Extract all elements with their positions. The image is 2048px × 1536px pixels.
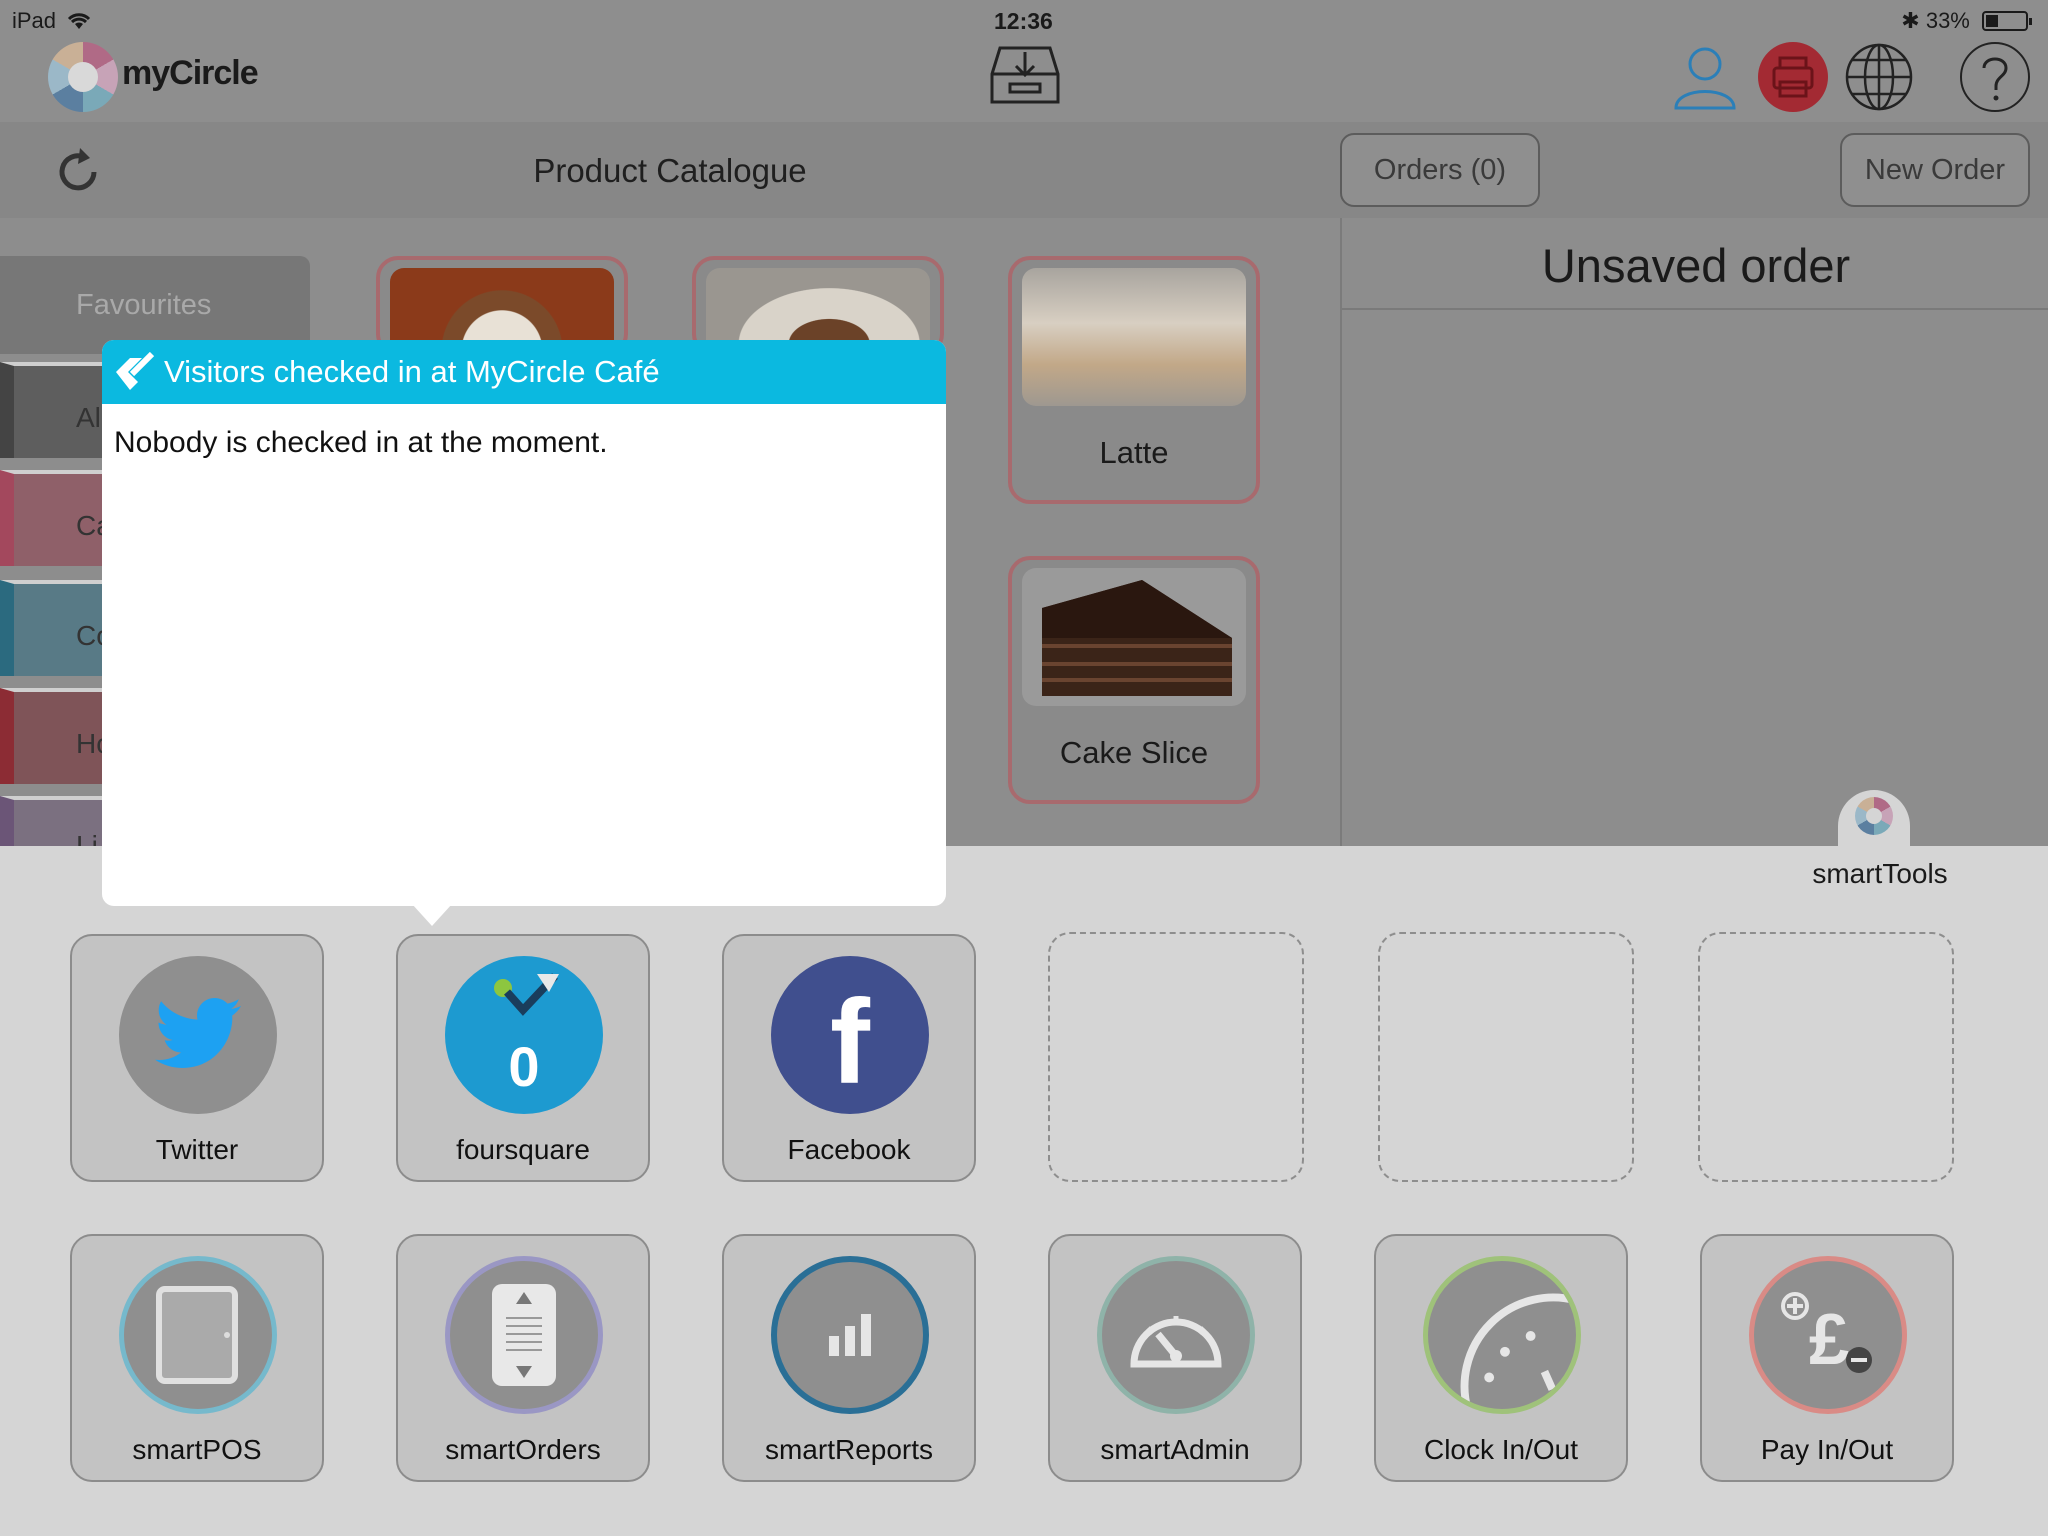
empty-slot[interactable] (1698, 932, 1954, 1182)
product-name: Latte (1099, 435, 1169, 470)
popover-title: Visitors checked in at MyCircle Café (164, 354, 660, 389)
new-order-button[interactable]: New Order (1840, 133, 2030, 207)
product-tile-latte[interactable]: Latte (1008, 256, 1260, 504)
gauge-icon (1097, 1256, 1255, 1414)
smart-tools-label: smartTools (1812, 858, 1948, 889)
status-right: ✱ 33% (1901, 8, 2032, 34)
page-title: Product Catalogue (533, 152, 807, 189)
tile-label: smartOrders (445, 1434, 601, 1465)
checkin-count: 0 (508, 1035, 540, 1098)
facebook-tile[interactable]: f Facebook (722, 934, 976, 1182)
foursquare-check-icon (112, 351, 156, 392)
battery-percent: 33% (1925, 8, 1970, 33)
smartpos-tile[interactable]: smartPOS (70, 1234, 324, 1482)
orders-button[interactable]: Orders (0) (1340, 133, 1540, 207)
tile-label: Pay In/Out (1760, 1434, 1894, 1465)
tile-label: smartAdmin (1100, 1434, 1250, 1465)
clock-in-out-tile[interactable]: Clock In/Out (1374, 1234, 1628, 1482)
latte-image (1022, 268, 1246, 406)
popover-arrow (412, 904, 452, 926)
tablet-icon (119, 1256, 277, 1414)
app-logo-text: myCircle (122, 54, 259, 92)
twitter-icon (119, 956, 277, 1114)
tile-label: Facebook (787, 1134, 911, 1165)
tile-label: smartReports (764, 1434, 934, 1465)
svg-text:£: £ (1809, 1300, 1849, 1380)
tile-label: Clock In/Out (1423, 1434, 1579, 1465)
globe-icon[interactable] (1844, 42, 1914, 112)
tile-label: smartPOS (132, 1434, 262, 1465)
bluetooth-icon: ✱ (1901, 8, 1920, 33)
empty-slot[interactable] (1048, 932, 1304, 1182)
pay-in-out-tile[interactable]: £ Pay In/Out (1700, 1234, 1954, 1482)
cake-slice-image (1022, 568, 1246, 706)
popover-header: Visitors checked in at MyCircle Café (102, 340, 946, 404)
order-panel: Unsaved order (1340, 218, 2048, 848)
mycircle-logo-icon (48, 42, 118, 112)
product-tile-cake-slice[interactable]: Cake Slice (1008, 556, 1260, 804)
clock-icon (1423, 1256, 1581, 1414)
bar-chart-icon (771, 1256, 929, 1414)
pound-icon: £ (1749, 1256, 1907, 1414)
wifi-icon (62, 8, 92, 33)
tile-label: foursquare (456, 1134, 590, 1165)
user-profile-icon[interactable] (1670, 42, 1740, 112)
help-icon[interactable] (1960, 42, 2030, 112)
twitter-tile[interactable]: Twitter (70, 934, 324, 1182)
order-title: Unsaved order (1541, 239, 1851, 292)
status-left: iPad (12, 8, 92, 34)
catalogue-title-bar: Product Catalogue Orders (0) New Order (0, 122, 2048, 218)
download-drawer-icon[interactable] (984, 40, 1066, 108)
tile-label: Twitter (155, 1134, 239, 1165)
foursquare-icon: 0 (445, 956, 603, 1114)
battery-icon (1982, 11, 2032, 31)
status-bar: iPad 12:36 ✱ 33% (0, 0, 2048, 40)
status-time: 12:36 (994, 8, 1053, 34)
smartorders-tile[interactable]: smartOrders (396, 1234, 650, 1482)
orders-icon (445, 1256, 603, 1414)
checkins-popover: Visitors checked in at MyCircle Café Nob… (102, 340, 946, 926)
product-name: Cake Slice (1059, 735, 1209, 770)
foursquare-tile[interactable]: 0 foursquare (396, 934, 650, 1182)
empty-slot[interactable] (1378, 932, 1634, 1182)
printer-icon[interactable] (1758, 42, 1828, 112)
smartadmin-tile[interactable]: smartAdmin (1048, 1234, 1302, 1482)
smart-tools-logo-icon[interactable] (1855, 797, 1893, 835)
smartreports-tile[interactable]: smartReports (722, 1234, 976, 1482)
popover-message: Nobody is checked in at the moment. (114, 426, 608, 459)
category-label: Al (76, 402, 101, 433)
divider (1342, 308, 2048, 310)
facebook-icon: f (771, 956, 929, 1114)
device-name: iPad (12, 8, 57, 33)
